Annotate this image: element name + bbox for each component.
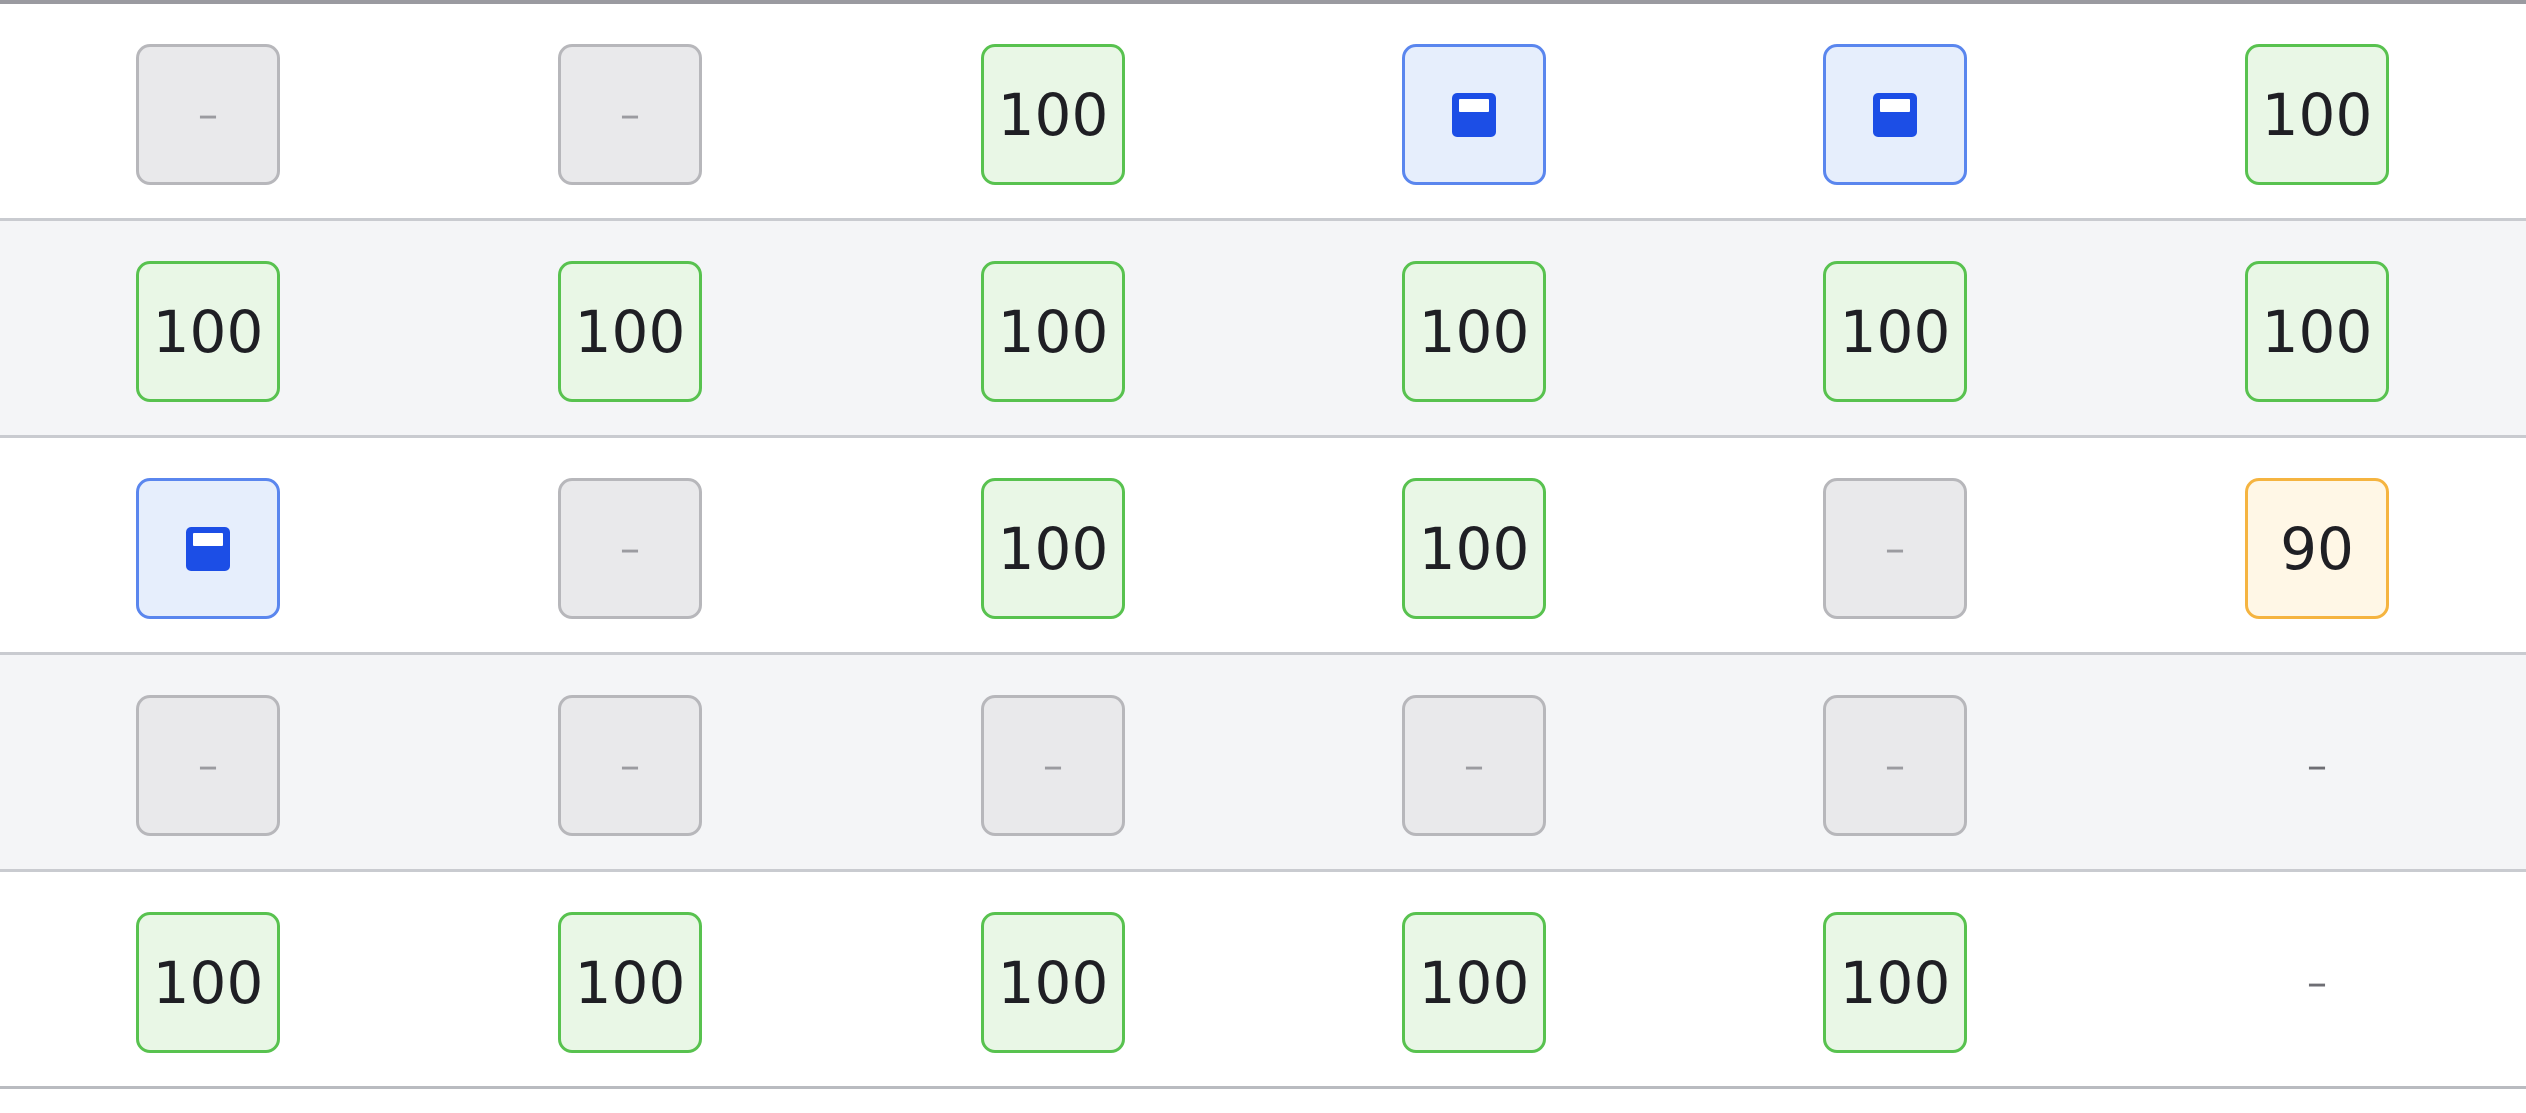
empty-score-badge[interactable]: –	[1402, 695, 1546, 836]
empty-score-badge[interactable]: –	[136, 44, 280, 185]
score-badge[interactable]: 100	[558, 912, 702, 1053]
score-badge[interactable]: 100	[136, 912, 280, 1053]
score-badge[interactable]: 100	[1402, 478, 1546, 619]
score-badge[interactable]: 100	[981, 912, 1125, 1053]
empty-score-badge[interactable]: –	[558, 695, 702, 836]
score-badge[interactable]: 100	[981, 478, 1125, 619]
score-badge[interactable]: 90	[2245, 478, 2389, 619]
save-status-badge[interactable]	[1402, 44, 1546, 185]
score-badge[interactable]: 100	[1823, 912, 1967, 1053]
table-row: – – 100 100	[0, 4, 2526, 221]
score-badge[interactable]: 100	[1402, 261, 1546, 402]
empty-score-badge[interactable]: –	[1823, 695, 1967, 836]
table-row: 100 100 100 100 100 –	[0, 872, 2526, 1089]
score-badge[interactable]: 100	[1402, 912, 1546, 1053]
empty-score-badge[interactable]: –	[136, 695, 280, 836]
score-badge[interactable]: 100	[981, 44, 1125, 185]
empty-score-badge[interactable]: –	[981, 695, 1125, 836]
save-status-badge[interactable]	[1823, 44, 1967, 185]
save-icon	[186, 526, 230, 571]
save-icon	[1452, 92, 1496, 137]
table-row: – – – – – –	[0, 655, 2526, 872]
save-status-badge[interactable]	[136, 478, 280, 619]
score-grid: – –100 100 100 100 100 100 100 100–100 100–90– – – –…	[0, 0, 2526, 1113]
empty-score-badge[interactable]: –	[558, 44, 702, 185]
save-icon	[1873, 92, 1917, 137]
score-badge[interactable]: 100	[1823, 261, 1967, 402]
table-row: 100 100 100 100 100 100	[0, 221, 2526, 438]
empty-score-badge[interactable]: –	[558, 478, 702, 619]
score-badge[interactable]: 100	[2245, 44, 2389, 185]
score-badge[interactable]: 100	[136, 261, 280, 402]
score-badge[interactable]: 100	[2245, 261, 2389, 402]
empty-score-badge: –	[2307, 959, 2327, 1006]
score-badge[interactable]: 100	[981, 261, 1125, 402]
empty-score-badge: –	[2307, 742, 2327, 789]
table-row: – 100 100 – 90	[0, 438, 2526, 655]
score-badge[interactable]: 100	[558, 261, 702, 402]
empty-score-badge[interactable]: –	[1823, 478, 1967, 619]
